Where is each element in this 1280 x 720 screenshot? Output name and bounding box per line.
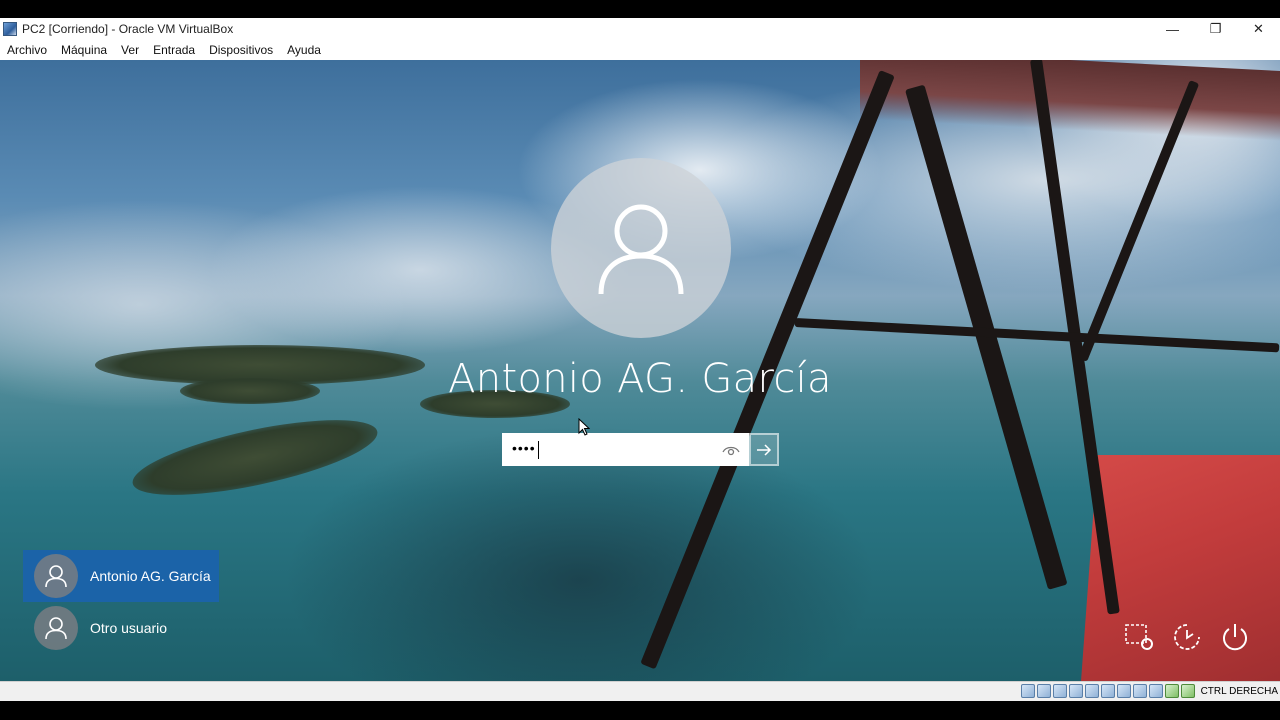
password-box: •••• xyxy=(502,433,779,466)
user-avatar-small xyxy=(34,606,78,650)
close-button[interactable]: ✕ xyxy=(1237,18,1280,40)
accessibility-icon[interactable] xyxy=(1172,622,1202,652)
usb-icon[interactable] xyxy=(1084,684,1099,698)
network-adapter-icon[interactable] xyxy=(1068,684,1083,698)
plane-strut xyxy=(794,318,1280,353)
password-input[interactable]: •••• xyxy=(502,433,749,466)
menu-ayuda[interactable]: Ayuda xyxy=(280,40,328,60)
status-tray: CTRL DERECHA xyxy=(1020,684,1278,698)
display-icon[interactable] xyxy=(1116,684,1131,698)
network-icon[interactable] xyxy=(1124,622,1154,652)
user-item-label: Otro usuario xyxy=(90,620,168,636)
menu-maquina[interactable]: Máquina xyxy=(54,40,114,60)
menu-bar: Archivo Máquina Ver Entrada Dispositivos… xyxy=(0,40,1280,60)
optical-drive-icon[interactable] xyxy=(1036,684,1051,698)
submit-button[interactable] xyxy=(749,433,779,466)
status-bar: CTRL DERECHA xyxy=(0,681,1280,701)
mouse-cursor xyxy=(578,418,590,436)
text-caret xyxy=(537,440,539,459)
shared-folders-icon[interactable] xyxy=(1100,684,1115,698)
virtualization-icon[interactable] xyxy=(1148,684,1163,698)
vm-screen[interactable]: Antonio AG. García •••• Antonio AG. Garc… xyxy=(0,60,1280,681)
virtualbox-app-icon xyxy=(3,22,17,36)
user-icon xyxy=(598,204,684,295)
user-item-label: Antonio AG. García xyxy=(90,568,211,584)
title-bar: PC2 [Corriendo] - Oracle VM VirtualBox —… xyxy=(0,18,1280,40)
menu-ver[interactable]: Ver xyxy=(114,40,146,60)
user-icon xyxy=(45,617,67,640)
island-background xyxy=(180,378,320,404)
arrow-right-icon xyxy=(757,443,772,456)
reveal-password-icon[interactable] xyxy=(719,444,743,456)
video-capture-icon[interactable] xyxy=(1132,684,1147,698)
restore-button[interactable]: ❐ xyxy=(1194,18,1237,40)
window-title: PC2 [Corriendo] - Oracle VM VirtualBox xyxy=(22,22,234,36)
password-dots: •••• xyxy=(512,440,719,459)
user-list: Antonio AG. García Otro usuario xyxy=(23,550,219,654)
user-avatar-large xyxy=(551,158,731,338)
host-key-label: CTRL DERECHA xyxy=(1200,685,1278,697)
menu-archivo[interactable]: Archivo xyxy=(0,40,54,60)
mouse-integration-icon[interactable] xyxy=(1164,684,1179,698)
user-avatar-small xyxy=(34,554,78,598)
user-item-antonio[interactable]: Antonio AG. García xyxy=(23,550,219,602)
user-icon xyxy=(45,565,67,588)
keyboard-capture-icon[interactable] xyxy=(1180,684,1195,698)
login-user-name: Antonio AG. García xyxy=(448,356,832,402)
island-background xyxy=(127,404,383,511)
power-icon[interactable] xyxy=(1220,622,1250,652)
system-icons xyxy=(1124,622,1250,652)
audio-icon[interactable] xyxy=(1052,684,1067,698)
minimize-button[interactable]: — xyxy=(1151,18,1194,40)
menu-dispositivos[interactable]: Dispositivos xyxy=(202,40,280,60)
user-item-otro[interactable]: Otro usuario xyxy=(23,602,219,654)
hard-disk-icon[interactable] xyxy=(1020,684,1035,698)
menu-entrada[interactable]: Entrada xyxy=(146,40,202,60)
